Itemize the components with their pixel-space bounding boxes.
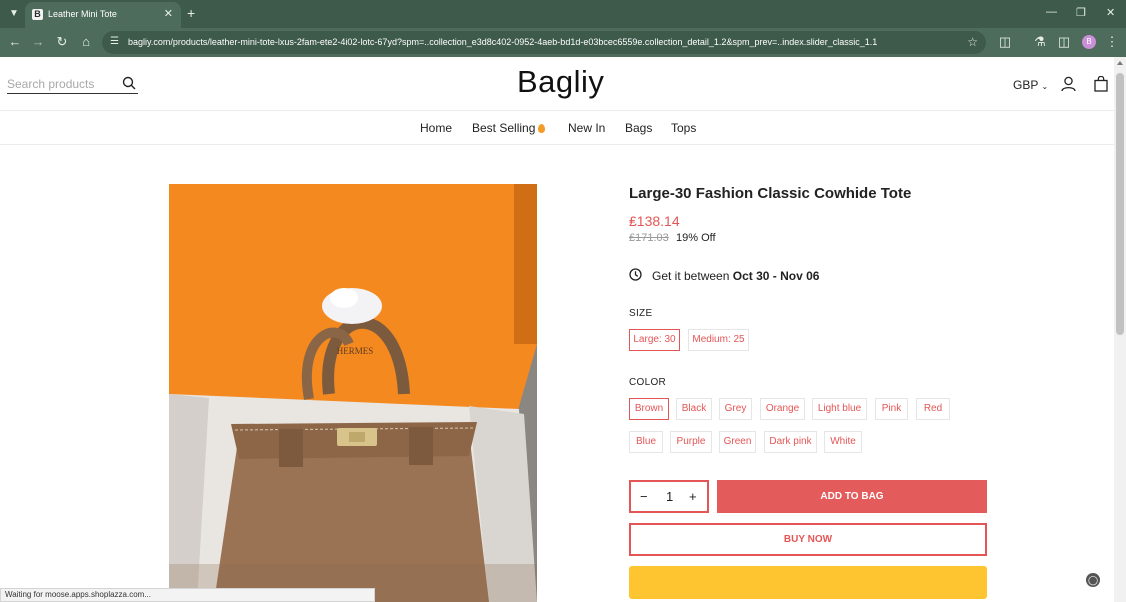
search-icon[interactable] (122, 76, 136, 95)
status-bar: Waiting for moose.apps.shoplazza.com... (0, 588, 375, 602)
profile-avatar[interactable]: B (1082, 35, 1096, 49)
delivery-prefix: Get it between (652, 269, 730, 283)
nav-best-selling-label: Best Selling (472, 121, 536, 135)
translate-icon[interactable]: ◯ (1086, 573, 1100, 587)
search-bar (7, 75, 138, 94)
sale-price: ₤138.14 (629, 213, 680, 229)
labs-icon[interactable]: ⚗ (1033, 35, 1047, 49)
quantity-value[interactable]: 1 (666, 489, 673, 504)
nav-divider (0, 144, 1114, 145)
scroll-up-icon[interactable] (1117, 61, 1123, 65)
currency-label: GBP (1013, 78, 1039, 92)
browser-tab[interactable]: B Leather Mini Tote ✕ (25, 2, 181, 28)
nav-bags[interactable]: Bags (625, 121, 652, 135)
color-option-green[interactable]: Green (719, 431, 756, 453)
site-info-icon[interactable]: ☰ (110, 36, 119, 47)
account-icon[interactable] (1061, 76, 1076, 97)
new-tab-icon[interactable]: + (187, 5, 195, 21)
scroll-thumb[interactable] (1116, 73, 1124, 335)
minimize-icon[interactable]: — (1046, 6, 1057, 18)
color-option-dark-pink[interactable]: Dark pink (764, 431, 817, 453)
forward-icon[interactable]: → (31, 35, 45, 49)
delivery-estimate: Get it between Oct 30 - Nov 06 (629, 268, 819, 284)
quantity-stepper: − 1 + (629, 480, 709, 513)
product-image[interactable]: HERMES (169, 184, 537, 602)
color-option-blue[interactable]: Blue (629, 431, 663, 453)
chevron-down-icon: ⌄ (1041, 82, 1049, 91)
browser-tab-bar: ▼ B Leather Mini Tote ✕ + — ❐ ✕ (0, 0, 1126, 28)
add-to-bag-button[interactable]: ADD TO BAG (717, 480, 987, 513)
home-icon[interactable]: ⌂ (79, 35, 93, 49)
shopping-bag-icon[interactable] (1094, 75, 1108, 97)
decrease-quantity-button[interactable]: − (640, 489, 648, 504)
discount-badge: 19% Off (676, 232, 716, 244)
favicon-icon: B (32, 9, 43, 20)
nav-best-selling[interactable]: Best Selling (472, 121, 546, 135)
clock-icon (629, 268, 642, 284)
restore-icon[interactable]: ❐ (1076, 6, 1086, 19)
search-input[interactable] (7, 77, 117, 91)
nav-tops[interactable]: Tops (671, 121, 696, 135)
reload-icon[interactable]: ↻ (55, 35, 69, 49)
nav-home[interactable]: Home (420, 121, 452, 135)
color-option-red[interactable]: Red (916, 398, 950, 420)
nav-new-in[interactable]: New In (568, 121, 605, 135)
color-option-grey[interactable]: Grey (719, 398, 752, 420)
original-price: ₤171.03 (629, 232, 669, 244)
side-panel-icon[interactable]: ◫ (1057, 35, 1071, 49)
color-label: COLOR (629, 377, 667, 388)
color-option-light-blue[interactable]: Light blue (812, 398, 867, 420)
url-text[interactable]: bagliy.com/products/leather-mini-tote-lx… (128, 37, 877, 47)
menu-kebab-icon[interactable]: ⋮ (1105, 35, 1119, 49)
increase-quantity-button[interactable]: + (689, 489, 697, 504)
tab-title: Leather Mini Tote (48, 9, 117, 19)
color-option-pink[interactable]: Pink (875, 398, 908, 420)
close-tab-icon[interactable]: ✕ (164, 7, 173, 20)
color-option-purple[interactable]: Purple (670, 431, 712, 453)
page-scrollbar[interactable] (1114, 57, 1126, 602)
color-option-brown[interactable]: Brown (629, 398, 669, 420)
color-option-black[interactable]: Black (676, 398, 712, 420)
express-pay-button[interactable] (629, 566, 987, 599)
currency-selector[interactable]: GBP ⌄ (1013, 78, 1048, 92)
address-bar[interactable]: ☰ bagliy.com/products/leather-mini-tote-… (102, 31, 986, 54)
site-logo[interactable]: Bagliy (517, 64, 604, 100)
header-divider (0, 110, 1114, 111)
flame-icon (538, 124, 546, 133)
size-option-large[interactable]: Large: 30 (629, 329, 680, 351)
extensions-icon[interactable]: ◫ (998, 35, 1012, 49)
browser-toolbar: ← → ↻ ⌂ ☰ bagliy.com/products/leather-mi… (0, 28, 1126, 57)
color-option-white[interactable]: White (824, 431, 862, 453)
delivery-dates: Oct 30 - Nov 06 (732, 269, 820, 283)
bookmark-star-icon[interactable]: ☆ (967, 35, 978, 49)
window-close-icon[interactable]: ✕ (1106, 6, 1115, 19)
bag-brand-text: HERMES (337, 346, 374, 356)
tab-search-icon[interactable]: ▼ (6, 6, 22, 22)
product-title: Large-30 Fashion Classic Cowhide Tote (629, 185, 912, 202)
back-icon[interactable]: ← (8, 35, 22, 49)
buy-now-button[interactable]: BUY NOW (629, 523, 987, 556)
size-label: SIZE (629, 308, 653, 319)
color-option-orange[interactable]: Orange (760, 398, 805, 420)
size-option-medium[interactable]: Medium: 25 (688, 329, 749, 351)
